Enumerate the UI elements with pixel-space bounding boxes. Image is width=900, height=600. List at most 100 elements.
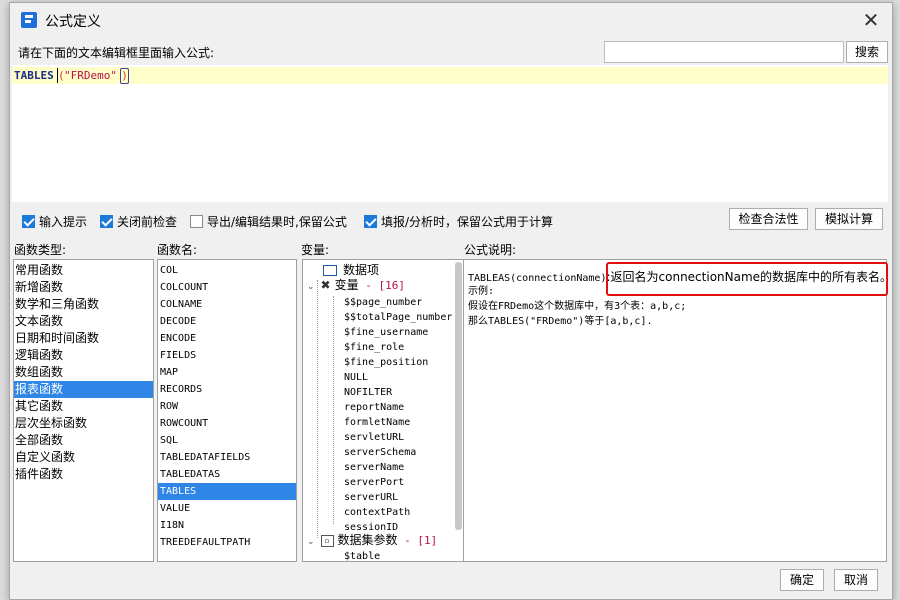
example-title: 示例: [468,286,495,297]
option-label: 关闭前检查 [117,214,178,229]
table-icon [323,265,337,276]
checkbox-checked-icon[interactable] [22,214,35,228]
tree-node-label: 变量 [334,278,359,292]
list-item[interactable]: 逻辑函数 [14,347,153,364]
option-keep-formula-fill[interactable]: 填报/分析时，保留公式用于计算 [364,213,553,229]
variable-icon: ✖ [320,278,331,292]
chevron-down-icon[interactable]: ⌄ [307,282,315,292]
tree-guide-line [317,280,318,538]
list-item[interactable]: 自定义函数 [14,449,153,466]
list-item[interactable]: 日期和时间函数 [14,330,153,347]
dataset-items: $table [343,549,380,561]
list-item[interactable]: COLNAME [158,296,296,313]
list-item[interactable]: $fine_username [343,325,452,340]
description-panel: TABLEAS(connectionName):返回名为connectionNa… [463,259,892,562]
function-label: 函数名: [157,243,198,257]
list-item[interactable]: serverSchema [343,445,452,460]
option-label: 填报/分析时，保留公式用于计算 [381,214,554,229]
list-item[interactable]: serverPort [343,475,452,490]
list-item[interactable]: $table [343,549,380,561]
list-item[interactable]: servletURL [343,430,452,445]
cancel-button[interactable]: 取消 [834,569,878,591]
list-item[interactable]: $$totalPage_number [343,310,452,325]
checkbox-checked-icon[interactable] [100,214,113,228]
description-summary-line: TABLEAS(connectionName):返回名为connectionNa… [468,262,892,296]
list-item[interactable]: ROWCOUNT [158,415,296,432]
simulate-button[interactable]: 模拟计算 [815,208,883,230]
list-item[interactable]: MAP [158,364,296,381]
checkbox-checked-icon[interactable] [364,214,377,228]
list-item[interactable]: NOFILTER [343,385,452,400]
tree-node-label: 数据项 [343,263,380,277]
list-item[interactable]: serverURL [343,490,452,505]
tree-node-data-item[interactable]: 数据项 [323,263,379,278]
list-item-selected[interactable]: TABLES [158,483,296,500]
option-check-before-close[interactable]: 关闭前检查 [100,213,177,229]
list-item[interactable]: $$page_number [343,295,452,310]
list-item[interactable]: contextPath [343,505,452,520]
ok-button[interactable]: 确定 [780,569,824,591]
formula-dialog: 公式定义 ✕ 请在下面的文本编辑框里面输入公式: 搜索 TABLES ( "FR… [9,2,893,600]
list-item[interactable]: COL [158,262,296,279]
list-item[interactable]: 常用函数 [14,262,153,279]
formula-function-token: TABLES [14,69,54,82]
validate-button[interactable]: 检查合法性 [729,208,808,230]
list-item[interactable]: $fine_position [343,355,452,370]
list-item[interactable]: TABLEDATAS [158,466,296,483]
chevron-down-icon[interactable]: ⌄ [307,537,315,547]
list-item[interactable]: formletName [343,415,452,430]
list-item[interactable]: SQL [158,432,296,449]
formula-editor[interactable]: TABLES ( "FRDemo" ) [12,65,888,202]
tree-node-label: 数据集参数 [337,533,398,547]
list-item[interactable]: 全部函数 [14,432,153,449]
list-item[interactable]: 数组函数 [14,364,153,381]
category-list[interactable]: 常用函数 新增函数 数学和三角函数 文本函数 日期和时间函数 逻辑函数 数组函数… [13,259,154,562]
option-keep-formula-export[interactable]: 导出/编辑结果时,保留公式 [190,213,347,229]
formula-close-paren: ) [120,68,129,84]
variable-label: 变量: [301,243,330,257]
list-item[interactable]: ROW [158,398,296,415]
list-item[interactable]: reportName [343,400,452,415]
list-item[interactable]: I18N [158,517,296,534]
variable-tree[interactable]: 数据项 ⌄ ✖ 变量 - [16] $$page_number $$totalPag… [302,259,466,562]
list-item[interactable]: $fine_role [343,340,452,355]
list-item[interactable]: COLCOUNT [158,279,296,296]
list-item[interactable]: 插件函数 [14,466,153,483]
close-icon[interactable]: ✕ [856,8,886,32]
list-item[interactable]: RECORDS [158,381,296,398]
tree-node-variables[interactable]: ⌄ ✖ 变量 - [16] [307,278,405,293]
category-label: 函数类型: [14,243,67,257]
list-item[interactable]: 新增函数 [14,279,153,296]
list-item[interactable]: DECODE [158,313,296,330]
scrollbar-thumb[interactable] [455,262,462,530]
option-label: 导出/编辑结果时,保留公式 [207,214,347,229]
list-item[interactable]: FIELDS [158,347,296,364]
list-item[interactable]: ENCODE [158,330,296,347]
editor-prompt-label: 请在下面的文本编辑框里面输入公式: [18,46,215,60]
option-input-hint[interactable]: 输入提示 [22,213,87,229]
search-button[interactable]: 搜索 [846,41,888,63]
list-item[interactable]: TABLEDATAFIELDS [158,449,296,466]
list-item[interactable]: TREEDEFAULTPATH [158,534,296,551]
list-item-selected[interactable]: 报表函数 [14,381,153,398]
function-signature: TABLEAS(connectionName) [468,273,607,284]
formula-current-line: TABLES ( "FRDemo" ) [12,67,888,84]
list-item[interactable]: NULL [343,370,452,385]
list-item[interactable]: 文本函数 [14,313,153,330]
dataset-icon: ▫ [320,534,334,547]
example-text: 假设在FRDemo这个数据库中，有3个表：a,b,c; [468,301,687,312]
formula-string-argument: "FRDemo" [64,69,117,82]
description-example: 示例: 假设在FRDemo这个数据库中，有3个表：a,b,c; 那么TABLES… [468,284,686,329]
list-item[interactable]: 其它函数 [14,398,153,415]
list-item[interactable]: 层次坐标函数 [14,415,153,432]
tree-node-dataset-params[interactable]: ⌄ ▫ 数据集参数 - [1] [307,533,437,548]
list-item[interactable]: 数学和三角函数 [14,296,153,313]
variable-items: $$page_number $$totalPage_number $fine_u… [343,295,452,535]
example-text: 那么TABLES("FRDemo")等于[a,b,c]. [468,316,653,327]
list-item[interactable]: VALUE [158,500,296,517]
list-item[interactable]: serverName [343,460,452,475]
search-input[interactable] [604,41,844,63]
checkbox-unchecked-icon[interactable] [190,214,203,228]
function-list[interactable]: COL COLCOUNT COLNAME DECODE ENCODE FIELD… [157,259,297,562]
dialog-title: 公式定义 [45,14,101,30]
